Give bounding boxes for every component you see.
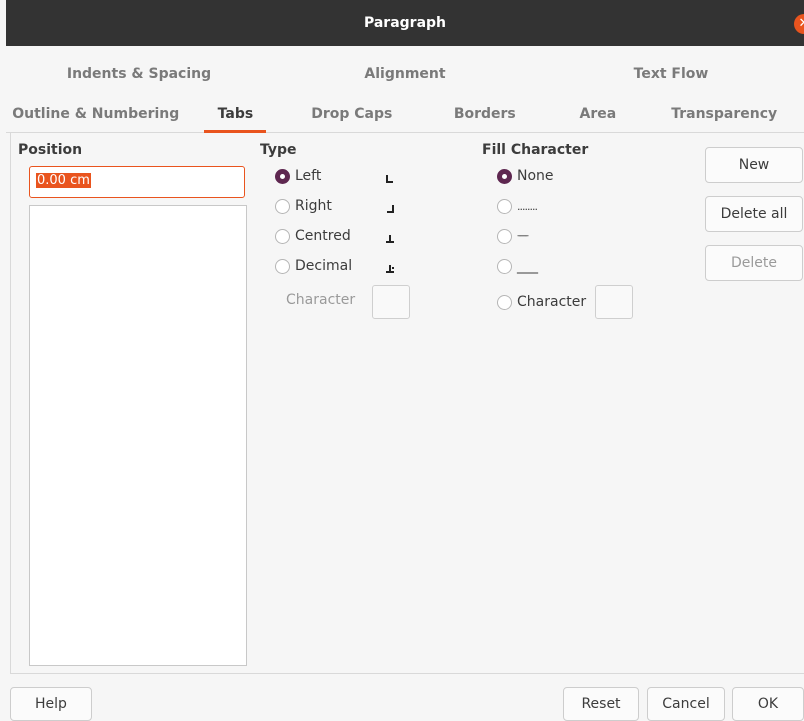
help-button[interactable]: Help xyxy=(10,687,92,721)
type-decimal-radio[interactable]: Decimal xyxy=(275,255,352,277)
radio-icon xyxy=(497,258,512,274)
radio-checked-icon xyxy=(497,168,512,184)
tab-area[interactable]: Area xyxy=(551,100,644,132)
dialog-titlebar: Paragraph ✕ xyxy=(6,0,804,46)
delete-button[interactable]: Delete xyxy=(705,245,803,281)
radio-icon xyxy=(275,228,290,244)
fill-underline-label: ___ xyxy=(517,258,538,274)
left-tab-icon xyxy=(386,175,393,183)
tab-row-1: Indents & Spacing Alignment Text Flow xyxy=(6,60,804,90)
type-right-radio[interactable]: Right xyxy=(275,195,332,217)
fill-character-label: Character xyxy=(517,294,587,310)
type-centred-radio[interactable]: Centred xyxy=(275,225,351,247)
type-heading: Type xyxy=(260,142,297,158)
tab-drop-caps[interactable]: Drop Caps xyxy=(285,100,418,132)
tab-indents-spacing[interactable]: Indents & Spacing xyxy=(6,60,272,90)
tab-borders[interactable]: Borders xyxy=(418,100,551,132)
fill-underline-radio[interactable]: ___ xyxy=(497,255,538,277)
close-icon: ✕ xyxy=(799,16,804,31)
right-tab-icon xyxy=(387,205,394,213)
reset-button[interactable]: Reset xyxy=(563,687,639,721)
tab-text-flow[interactable]: Text Flow xyxy=(538,60,804,90)
ok-button[interactable]: OK xyxy=(732,687,804,721)
radio-icon xyxy=(275,198,290,214)
fill-dots-label: ........ xyxy=(517,199,538,213)
fill-none-label: None xyxy=(517,168,554,184)
position-input[interactable]: 0.00 cm xyxy=(29,166,245,198)
type-centred-label: Centred xyxy=(295,228,351,244)
radio-icon xyxy=(497,228,512,244)
new-button[interactable]: New xyxy=(705,147,803,183)
radio-icon xyxy=(275,258,290,274)
dialog-title: Paragraph xyxy=(363,15,447,31)
fill-dashes-radio[interactable]: -------- xyxy=(497,225,529,247)
radio-icon xyxy=(497,294,512,310)
radio-icon xyxy=(497,198,512,214)
type-decimal-label: Decimal xyxy=(295,258,353,274)
tab-outline-numbering[interactable]: Outline & Numbering xyxy=(6,100,186,132)
position-list[interactable] xyxy=(29,205,247,666)
fill-character-radio[interactable]: Character xyxy=(497,291,586,313)
position-input-value: 0.00 cm xyxy=(36,173,91,188)
close-button[interactable]: ✕ xyxy=(794,14,804,34)
type-character-label: Character xyxy=(286,292,356,308)
fill-heading: Fill Character xyxy=(482,142,589,158)
type-right-label: Right xyxy=(295,198,332,214)
fill-none-radio[interactable]: None xyxy=(497,165,554,187)
type-left-radio[interactable]: Left xyxy=(275,165,321,187)
type-character-input[interactable] xyxy=(372,285,410,319)
radio-checked-icon xyxy=(275,168,290,184)
fill-character-input[interactable] xyxy=(595,285,633,319)
tab-transparency[interactable]: Transparency xyxy=(644,100,804,132)
centred-tab-icon xyxy=(386,235,394,243)
cancel-button[interactable]: Cancel xyxy=(647,687,725,721)
tab-row-2: Outline & Numbering Tabs Drop Caps Borde… xyxy=(6,100,804,133)
position-heading: Position xyxy=(18,142,83,158)
type-left-label: Left xyxy=(295,168,322,184)
tab-tabs[interactable]: Tabs xyxy=(186,100,286,132)
tab-alignment[interactable]: Alignment xyxy=(272,60,538,90)
decimal-tab-icon xyxy=(386,265,394,273)
fill-dots-radio[interactable]: ........ xyxy=(497,195,538,217)
fill-dashes-label: -------- xyxy=(517,231,529,241)
delete-all-button[interactable]: Delete all xyxy=(705,196,803,232)
